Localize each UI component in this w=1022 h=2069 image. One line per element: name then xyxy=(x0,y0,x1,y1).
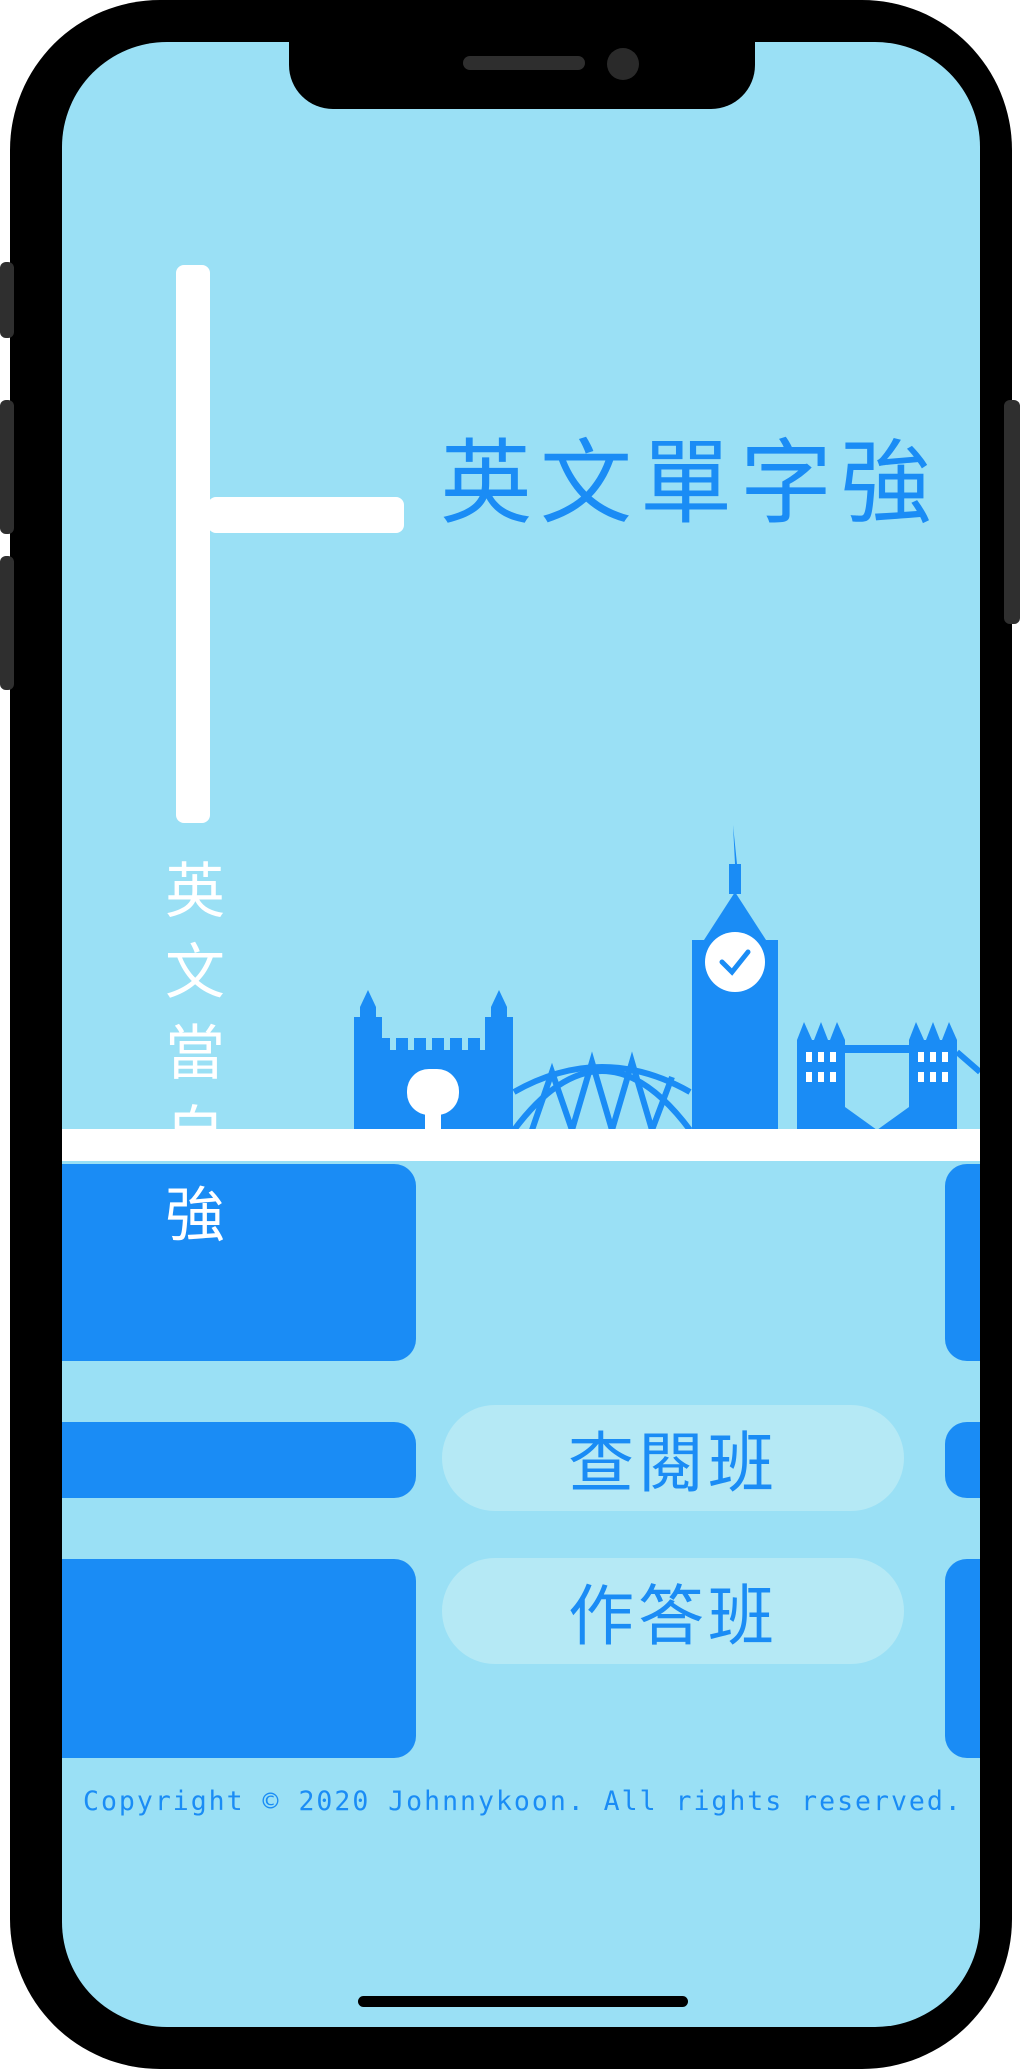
slogan-char: 文 xyxy=(165,938,225,1008)
answer-button[interactable]: 作答班 xyxy=(442,1558,904,1664)
front-camera xyxy=(607,48,639,80)
volume-up-button xyxy=(0,400,14,534)
app-screen: 英文單字強 英 文 當 自 強 查閱班 作答班 Copyright © 2020… xyxy=(62,42,980,2027)
slogan-char: 英 xyxy=(165,857,225,927)
volume-down-button xyxy=(0,556,14,690)
copyright-text: Copyright © 2020 Johnnykoon. All rights … xyxy=(83,1786,963,1817)
slogan-vertical: 英 文 當 自 強 xyxy=(158,852,232,1257)
mute-switch xyxy=(0,262,14,338)
slogan-char: 強 xyxy=(165,1181,225,1251)
right-middle-block xyxy=(945,1422,980,1498)
right-bottom-block xyxy=(945,1559,980,1758)
right-top-block xyxy=(945,1164,980,1361)
browse-button[interactable]: 查閱班 xyxy=(442,1405,904,1511)
slogan-char: 自 xyxy=(165,1100,225,1170)
speaker-grille xyxy=(463,56,585,70)
home-indicator[interactable] xyxy=(358,1996,688,2007)
phone-frame: 英文單字強 英 文 當 自 強 查閱班 作答班 Copyright © 2020… xyxy=(0,0,1020,2069)
left-bottom-block xyxy=(62,1559,416,1758)
left-middle-block xyxy=(62,1422,416,1498)
left-top-block xyxy=(62,1164,416,1361)
clock-icon xyxy=(705,932,765,992)
power-button xyxy=(1004,400,1020,624)
notch xyxy=(289,42,755,109)
slogan-char: 當 xyxy=(165,1019,225,1089)
